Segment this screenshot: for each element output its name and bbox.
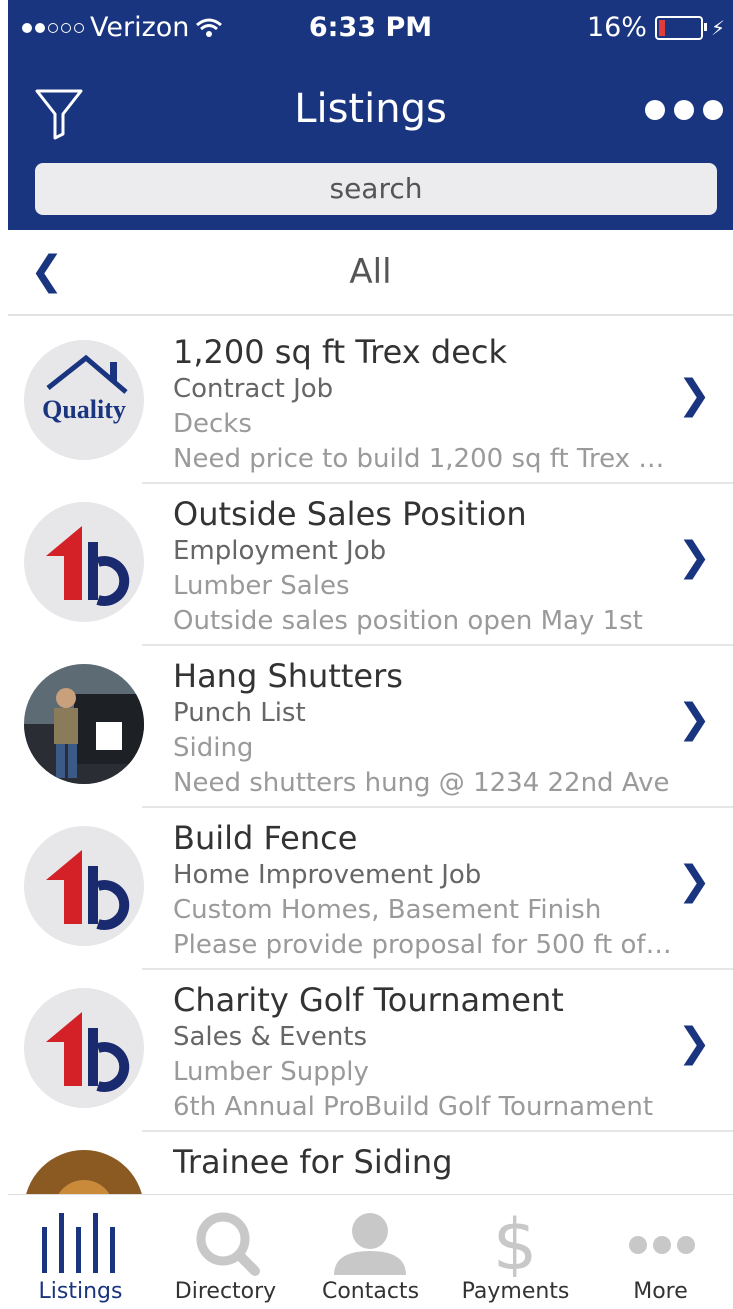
listings-list: Quality 1,200 sq ft Trex deck Contract J… xyxy=(8,322,733,1294)
listing-title: Outside Sales Position xyxy=(173,495,527,533)
quality-logo: Quality xyxy=(24,340,144,460)
chevron-right-icon: ❯ xyxy=(677,534,711,580)
search-input[interactable]: search xyxy=(35,163,717,215)
listings-icon xyxy=(42,1213,115,1273)
list-item[interactable]: Outside Sales Position Employment Job Lu… xyxy=(8,484,733,646)
tab-bar: Listings Directory Contacts $ Payments M… xyxy=(8,1194,733,1309)
contact-icon xyxy=(334,1213,406,1275)
list-item[interactable]: Charity Golf Tournament Sales & Events L… xyxy=(8,970,733,1132)
dollar-icon: $ xyxy=(493,1205,538,1277)
charging-icon: ⚡ xyxy=(710,15,725,40)
listing-type: Contract Job xyxy=(173,374,334,404)
app-screen: Verizon 6:33 PM 16% ⚡ Listings search ❮ … xyxy=(8,0,733,1309)
tab-listings[interactable]: Listings xyxy=(8,1195,153,1309)
1b-logo xyxy=(24,988,144,1108)
category-label: All xyxy=(349,252,392,292)
category-bar: ❮ All xyxy=(8,232,733,316)
battery-icon xyxy=(654,15,707,40)
listing-category: Custom Homes, Basement Finish xyxy=(173,895,602,925)
battery-group: 16% ⚡ xyxy=(587,12,725,43)
more-icon xyxy=(629,1236,695,1254)
listing-description: Need price to build 1,200 sq ft Trex dec… xyxy=(173,444,673,474)
listing-title: Charity Golf Tournament xyxy=(173,981,564,1019)
listing-type: Home Improvement Job xyxy=(173,860,482,890)
1b-logo xyxy=(24,502,144,622)
listing-description: Outside sales position open May 1st xyxy=(173,606,643,636)
listing-category: Decks xyxy=(173,409,252,439)
more-options-icon[interactable] xyxy=(645,100,723,120)
listing-type: Punch List xyxy=(173,698,306,728)
listing-category: Lumber Supply xyxy=(173,1057,369,1087)
chevron-right-icon: ❯ xyxy=(677,372,711,418)
1b-logo xyxy=(24,826,144,946)
listing-title: Build Fence xyxy=(173,819,358,857)
tab-contacts[interactable]: Contacts xyxy=(298,1195,443,1309)
svg-text:$: $ xyxy=(493,1205,538,1277)
list-item[interactable]: Quality 1,200 sq ft Trex deck Contract J… xyxy=(8,322,733,484)
header-bar: Verizon 6:33 PM 16% ⚡ Listings search xyxy=(8,0,733,230)
tab-more[interactable]: More xyxy=(588,1195,733,1309)
battery-percent: 16% xyxy=(586,12,647,43)
person-photo xyxy=(24,664,144,784)
tab-label: Listings xyxy=(38,1279,123,1304)
list-item[interactable]: Build Fence Home Improvement Job Custom … xyxy=(8,808,733,970)
tab-label: Directory xyxy=(174,1279,277,1304)
tab-label: Payments xyxy=(461,1279,570,1304)
chevron-right-icon: ❯ xyxy=(677,696,711,742)
tab-label: More xyxy=(633,1279,688,1304)
listing-description: Need shutters hung @ 1234 22nd Ave xyxy=(173,768,670,798)
tab-payments[interactable]: $ Payments xyxy=(443,1195,588,1309)
listing-category: Siding xyxy=(173,733,254,763)
page-title: Listings xyxy=(294,86,447,132)
tab-label: Contacts xyxy=(321,1279,420,1304)
listing-type: Sales & Events xyxy=(173,1022,368,1052)
search-icon xyxy=(196,1212,260,1276)
listing-title: Hang Shutters xyxy=(173,657,403,695)
list-item[interactable]: Hang Shutters Punch List Siding Need shu… xyxy=(8,646,733,808)
chevron-right-icon: ❯ xyxy=(677,1020,711,1066)
tab-directory[interactable]: Directory xyxy=(153,1195,298,1309)
listing-description: Please provide proposal for 500 ft of fe… xyxy=(173,930,673,960)
logo-text: Quality xyxy=(42,395,126,424)
chevron-right-icon: ❯ xyxy=(677,858,711,904)
listing-category: Lumber Sales xyxy=(173,571,350,601)
listing-title: Trainee for Siding xyxy=(173,1143,453,1181)
listing-type: Employment Job xyxy=(173,536,387,566)
status-bar: Verizon 6:33 PM 16% ⚡ xyxy=(8,12,733,52)
listing-title: 1,200 sq ft Trex deck xyxy=(173,333,508,371)
listing-description: 6th Annual ProBuild Golf Tournament xyxy=(173,1092,654,1122)
